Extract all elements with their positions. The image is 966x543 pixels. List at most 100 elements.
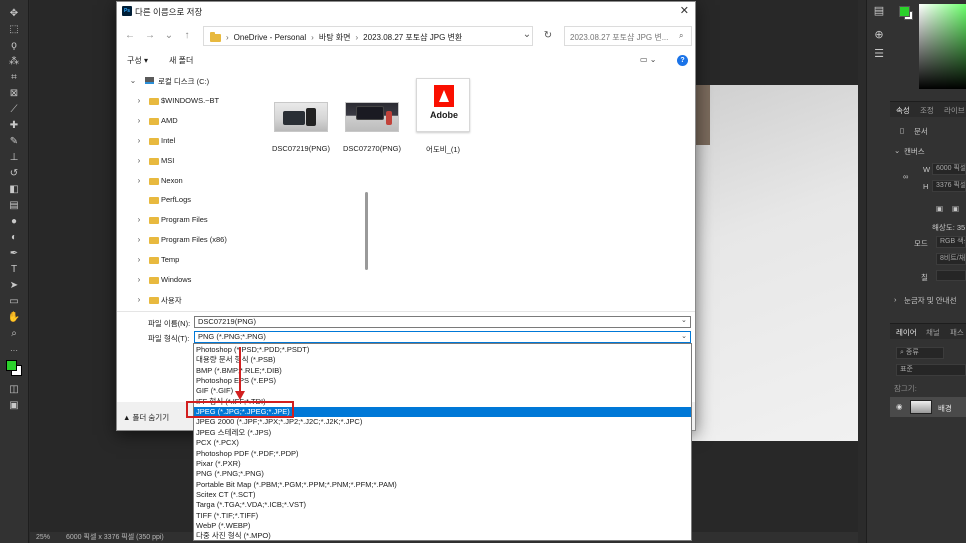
breadcrumb-item-folder[interactable]: 2023.08.27 포토샵 JPG 변환 (363, 32, 462, 43)
move-tool-icon[interactable]: ✥ (7, 8, 21, 20)
history-chevron-icon[interactable]: ⌄ (162, 29, 176, 43)
file-item[interactable]: DSC07219(PNG) (268, 78, 334, 158)
tree-item-folder[interactable]: › AMD (121, 114, 251, 128)
tree-item-folder[interactable]: › 사용자 (121, 293, 251, 307)
rulers-chevron-icon[interactable]: › (894, 295, 897, 304)
up-arrow-icon[interactable]: ↑ (180, 29, 194, 43)
blur-tool-icon[interactable]: ● (7, 216, 21, 228)
hand-tool-icon[interactable]: ✋ (7, 312, 21, 324)
type-tool-icon[interactable]: T (7, 264, 21, 276)
lasso-tool-icon[interactable]: ϙ (7, 40, 21, 52)
more-tools-icon[interactable]: ··· (7, 345, 21, 357)
filename-dropdown-icon[interactable]: ⌄ (681, 316, 687, 324)
stamp-tool-icon[interactable]: ⊥ (7, 152, 21, 164)
chevron-down-icon[interactable]: ⌄ (129, 76, 137, 85)
crop-tool-icon[interactable]: ⌗ (7, 72, 21, 84)
address-dropdown-icon[interactable]: ⌄ (520, 28, 534, 42)
zoom-level[interactable]: 25% (36, 532, 50, 543)
chevron-right-icon[interactable]: › (135, 116, 143, 125)
filetype-option[interactable]: PCX (*.PCX) (194, 438, 691, 448)
filetype-option[interactable]: GIF (*.GIF) (194, 386, 691, 396)
blend-mode-select[interactable]: 표준 (896, 364, 966, 376)
view-options-icon[interactable]: ▭ ⌄ (640, 55, 656, 64)
frame-tool-icon[interactable]: ⊠ (7, 88, 21, 100)
comment-icon[interactable]: ▤ (872, 4, 886, 17)
sliders-icon[interactable]: ☰ (872, 47, 886, 60)
bit-depth-select[interactable]: 8비트/채 (936, 253, 966, 265)
filetype-option[interactable]: Targa (*.TGA;*.VDA;*.ICB;*.VST) (194, 500, 691, 510)
zoom-tool-icon[interactable]: ⌕ (7, 328, 21, 340)
tree-item-folder[interactable]: › Nexon (121, 174, 251, 188)
filetype-option[interactable]: Photoshop (*.PSD;*.PDD;*.PSDT) (194, 345, 691, 355)
marquee-tool-icon[interactable]: ⬚ (7, 24, 21, 36)
tab-layers[interactable]: 레이어 (896, 327, 917, 338)
close-icon[interactable]: ✕ (680, 4, 689, 17)
organize-button[interactable]: 구성 ▾ (127, 55, 148, 66)
chevron-right-icon[interactable]: › (135, 215, 143, 224)
tab-channels[interactable]: 채널 (926, 327, 940, 338)
chevron-right-icon[interactable]: › (135, 136, 143, 145)
layer-row-background[interactable]: ◉ 배경 (890, 397, 966, 417)
filetype-option[interactable]: BMP (*.BMP;*.RLE;*.DIB) (194, 366, 691, 376)
tree-item-folder[interactable]: › $WINDOWS.~BT (121, 94, 251, 108)
filetype-option[interactable]: Photoshop PDF (*.PDF;*.PDP) (194, 449, 691, 459)
screen-mode-icon[interactable]: ▣ (7, 400, 21, 412)
color-picker-field[interactable] (919, 4, 966, 89)
tree-item-folder[interactable]: PerfLogs (121, 193, 251, 207)
shape-tool-icon[interactable]: ▭ (7, 296, 21, 308)
filetype-option[interactable]: 대용량 문서 형식 (*.PSB) (194, 355, 691, 365)
path-select-tool-icon[interactable]: ➤ (7, 280, 21, 292)
tree-item-folder[interactable]: › Temp (121, 253, 251, 267)
filetype-option[interactable]: 다중 사진 형식 (*.MPO) (194, 531, 691, 541)
quick-mask-icon[interactable]: ◫ (7, 384, 21, 396)
filetype-option[interactable]: WebP (*.WEBP) (194, 521, 691, 531)
filetype-option[interactable]: PNG (*.PNG;*.PNG) (194, 469, 691, 479)
breadcrumb-item-onedrive[interactable]: OneDrive - Personal (234, 33, 306, 42)
filetype-option[interactable]: Pixar (*.PXR) (194, 459, 691, 469)
chevron-right-icon[interactable]: › (135, 275, 143, 284)
eyedropper-tool-icon[interactable]: ⟋ (7, 104, 21, 116)
tree-item-folder[interactable]: › Intel (121, 134, 251, 148)
orientation-portrait-icon[interactable]: ▣ (936, 204, 943, 213)
filetype-option[interactable]: Portable Bit Map (*.PBM;*.PGM;*.PPM;*.PN… (194, 480, 691, 490)
tab-paths[interactable]: 패스 (950, 327, 964, 338)
tab-libraries[interactable]: 라이브 (944, 105, 965, 116)
file-item[interactable]: Adobe 어도비_(1) (410, 78, 476, 158)
magic-wand-tool-icon[interactable]: ⁂ (7, 56, 21, 68)
forward-arrow-icon[interactable]: → (143, 29, 157, 43)
chevron-right-icon[interactable]: › (135, 176, 143, 185)
new-folder-button[interactable]: 새 폴더 (169, 55, 193, 66)
chevron-right-icon[interactable]: › (135, 156, 143, 165)
orientation-landscape-icon[interactable]: ▣ (952, 204, 959, 213)
history-brush-icon[interactable]: ↺ (7, 168, 21, 180)
dodge-tool-icon[interactable]: ◐ (7, 232, 21, 244)
back-arrow-icon[interactable]: ← (123, 29, 137, 43)
brush-tool-icon[interactable]: ✎ (7, 136, 21, 148)
tree-item-folder[interactable]: › Windows (121, 273, 251, 287)
refresh-icon[interactable]: ↻ (541, 29, 555, 43)
fill-select[interactable] (936, 270, 966, 281)
tab-properties[interactable]: 속성 (896, 105, 910, 116)
color-fg-swatch[interactable] (899, 6, 910, 17)
chevron-right-icon[interactable]: › (135, 96, 143, 105)
breadcrumb-item-desktop[interactable]: 바탕 화면 (319, 32, 351, 43)
hide-folders-button[interactable]: ▲ 폴더 숨기기 (123, 412, 169, 423)
filetype-option[interactable]: JPEG 2000 (*.JPF;*.JPX;*.JP2;*.J2C;*.J2K… (194, 417, 691, 427)
link-icon[interactable]: ∞ (903, 172, 908, 181)
gradient-tool-icon[interactable]: ▤ (7, 200, 21, 212)
tree-item-folder[interactable]: › MSI (121, 154, 251, 168)
search-input[interactable]: 2023.08.27 포토샵 JPG 변... ⌕ (564, 26, 692, 46)
width-field[interactable]: 6000 픽셀 (932, 163, 966, 175)
address-bar[interactable]: › OneDrive - Personal › 바탕 화면 › 2023.08.… (203, 26, 533, 46)
filetype-select[interactable]: PNG (*.PNG;*.PNG) ⌄ (194, 331, 691, 343)
chevron-right-icon[interactable]: › (135, 255, 143, 264)
chevron-right-icon[interactable]: › (135, 235, 143, 244)
pen-tool-icon[interactable]: ✒ (7, 248, 21, 260)
document-canvas[interactable] (684, 85, 858, 441)
visibility-eye-icon[interactable]: ◉ (896, 402, 903, 411)
tab-adjustments[interactable]: 조정 (920, 105, 934, 116)
foreground-color-swatch[interactable] (6, 360, 17, 371)
mode-select[interactable]: RGB 색상 (936, 236, 966, 248)
help-icon[interactable]: ? (677, 55, 688, 66)
height-field[interactable]: 3376 픽셀 (932, 180, 966, 192)
